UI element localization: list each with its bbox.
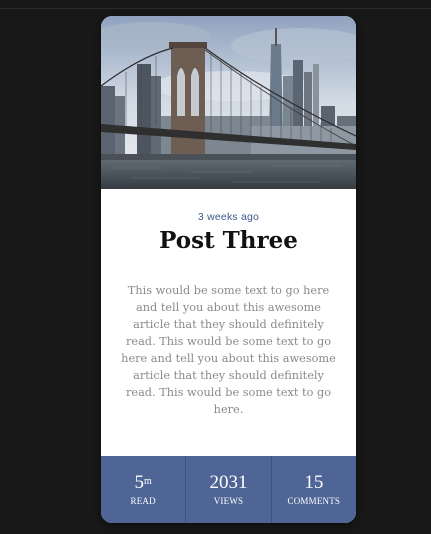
stat-views-label: VIEWS (213, 496, 244, 506)
stat-read-label: READ (130, 496, 156, 506)
stat-comments-label: COMMENTS (287, 496, 341, 506)
stat-read-unit: m (144, 476, 152, 487)
post-image (101, 16, 356, 189)
stat-views: 2031 VIEWS (185, 456, 270, 523)
stat-comments[interactable]: 15 COMMENTS (270, 456, 356, 523)
post-card[interactable]: 3 weeks ago Post Three This would be som… (101, 16, 356, 523)
stat-comments-value: 15 (304, 472, 324, 493)
post-date: 3 weeks ago (197, 211, 260, 223)
stat-read-value: 5m (134, 472, 152, 493)
stat-read: 5m READ (101, 456, 185, 523)
post-title[interactable]: Post Three (101, 227, 356, 254)
post-excerpt: This would be some text to go here and t… (121, 284, 336, 416)
post-content: 3 weeks ago Post Three This would be som… (101, 189, 356, 456)
post-stats: 5m READ 2031 VIEWS 15 COMMENTS (101, 456, 356, 523)
bridge-image (101, 16, 356, 189)
stat-views-value: 2031 (209, 472, 248, 493)
